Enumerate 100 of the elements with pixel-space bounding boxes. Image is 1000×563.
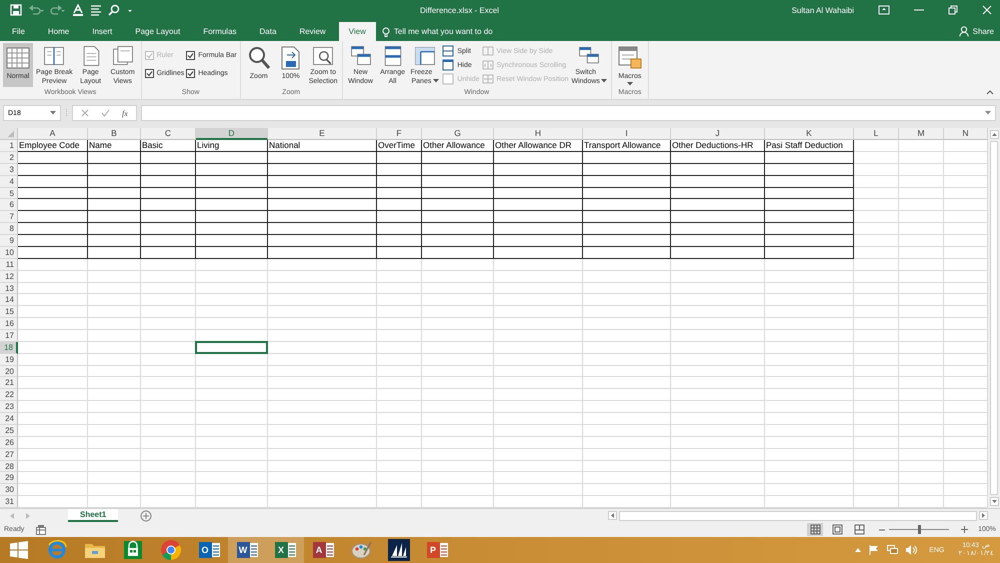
browser-icon[interactable] xyxy=(46,539,68,561)
zoom-in-icon[interactable] xyxy=(961,526,968,533)
row-header[interactable]: 19 xyxy=(0,354,18,366)
row-header[interactable]: 3 xyxy=(0,164,18,176)
sheet-tab[interactable]: Sheet1 xyxy=(68,509,118,522)
flag-icon[interactable] xyxy=(869,545,880,555)
ribbon-tab[interactable]: Home xyxy=(38,22,80,41)
cancel-icon[interactable] xyxy=(81,109,89,117)
row-header[interactable]: 12 xyxy=(0,270,18,283)
share-button[interactable]: Share xyxy=(958,22,1000,41)
column-header[interactable]: K xyxy=(765,128,854,140)
ribbon-tab[interactable]: View xyxy=(338,22,376,41)
column-header[interactable]: D xyxy=(196,128,268,140)
formula-input[interactable] xyxy=(140,105,996,121)
row-header[interactable]: 1 xyxy=(0,140,18,152)
table-cell[interactable]: Other Allowance DR xyxy=(494,140,583,152)
tell-me-field[interactable]: Tell me what you want to do xyxy=(382,22,493,41)
row-header[interactable]: 17 xyxy=(0,330,18,342)
table-cell[interactable]: National xyxy=(268,140,377,152)
table-cell[interactable]: OverTime xyxy=(377,140,422,152)
network-icon[interactable] xyxy=(887,545,898,555)
row-header[interactable]: 28 xyxy=(0,460,18,472)
column-header[interactable]: L xyxy=(854,128,899,140)
row-header[interactable]: 8 xyxy=(0,223,18,236)
grid-view-icon[interactable] xyxy=(810,524,821,535)
ribbon-tab[interactable]: Formulas xyxy=(193,22,247,41)
select-all-icon[interactable] xyxy=(0,128,18,140)
column-header[interactable]: A xyxy=(18,128,88,140)
row-header[interactable]: 22 xyxy=(0,389,18,402)
shopping-bag-icon[interactable] xyxy=(123,540,143,560)
ribbon-tab[interactable]: Data xyxy=(250,22,286,41)
speaker-icon[interactable] xyxy=(906,545,918,555)
row-header[interactable]: 18 xyxy=(0,342,18,354)
ribbon-tab[interactable]: Page Layout xyxy=(125,22,190,41)
column-header[interactable]: F xyxy=(377,128,422,140)
table-cell[interactable]: Living xyxy=(196,140,268,152)
scroll-up-icon[interactable] xyxy=(990,130,998,139)
row-header[interactable]: 15 xyxy=(0,306,18,318)
ribbon-tab[interactable]: Review xyxy=(289,22,336,41)
next-sheet-icon[interactable] xyxy=(24,512,32,520)
row-header[interactable]: 31 xyxy=(0,496,18,508)
add-sheet-icon[interactable] xyxy=(140,510,152,522)
scroll-down-icon[interactable] xyxy=(990,497,998,506)
column-header[interactable]: H xyxy=(494,128,583,140)
ribbon-tab[interactable]: Insert xyxy=(82,22,122,41)
sails-icon[interactable] xyxy=(388,539,410,561)
enter-icon[interactable] xyxy=(101,109,110,117)
ribbon-tab[interactable]: File xyxy=(2,22,35,41)
table-cell[interactable]: Pasi Staff Deduction xyxy=(765,140,854,152)
row-header[interactable]: 20 xyxy=(0,366,18,378)
slider-thumb[interactable] xyxy=(918,525,922,534)
column-header[interactable]: N xyxy=(944,128,988,140)
table-cell[interactable]: Employee Code xyxy=(18,140,88,152)
scrollbar-thumb[interactable] xyxy=(990,141,998,495)
page-break-icon[interactable] xyxy=(854,524,865,535)
insert-function-button[interactable]: fx xyxy=(122,108,128,118)
table-cell[interactable]: Transport Allowance xyxy=(583,140,671,152)
show-hidden-icon[interactable] xyxy=(855,548,862,552)
row-header[interactable]: 30 xyxy=(0,484,18,496)
column-header[interactable]: M xyxy=(899,128,944,140)
column-header[interactable]: B xyxy=(88,128,141,140)
scroll-right-icon[interactable] xyxy=(979,511,988,520)
table-cell[interactable]: Basic xyxy=(141,140,196,152)
active-cell[interactable] xyxy=(196,342,268,354)
row-header[interactable]: 6 xyxy=(0,199,18,212)
palette-icon[interactable] xyxy=(350,539,372,561)
row-header[interactable]: 16 xyxy=(0,318,18,330)
ribbon-display-icon[interactable] xyxy=(878,5,890,15)
collapse-ribbon-icon[interactable] xyxy=(986,89,994,95)
row-header[interactable]: 24 xyxy=(0,413,18,425)
previous-sheet-icon[interactable] xyxy=(8,512,16,520)
row-header[interactable]: 10 xyxy=(0,246,18,259)
column-header[interactable]: C xyxy=(141,128,196,140)
search-icon[interactable] xyxy=(108,4,120,16)
column-header[interactable]: I xyxy=(583,128,671,140)
row-header[interactable]: 5 xyxy=(0,188,18,200)
windows-logo-icon[interactable] xyxy=(9,540,29,560)
font-color-icon[interactable] xyxy=(72,4,84,16)
close-icon[interactable] xyxy=(982,5,992,15)
row-header[interactable]: 9 xyxy=(0,235,18,247)
row-header[interactable]: 13 xyxy=(0,282,18,294)
row-header[interactable]: 25 xyxy=(0,424,18,437)
column-header[interactable]: G xyxy=(422,128,494,140)
expand-icon[interactable] xyxy=(985,111,991,115)
align-icon[interactable] xyxy=(90,4,102,16)
save-icon[interactable] xyxy=(10,4,22,16)
row-header[interactable]: 4 xyxy=(0,176,18,188)
restore-icon[interactable] xyxy=(948,5,958,15)
row-header[interactable]: 14 xyxy=(0,294,18,306)
chrome-icon[interactable] xyxy=(160,539,182,561)
scrollbar-thumb[interactable] xyxy=(619,510,977,520)
column-header[interactable]: E xyxy=(268,128,377,140)
row-header[interactable]: 7 xyxy=(0,211,18,224)
row-header[interactable]: 27 xyxy=(0,448,18,461)
macro-record-icon[interactable] xyxy=(36,524,46,534)
page-layout-icon[interactable] xyxy=(832,524,843,535)
scroll-left-icon[interactable] xyxy=(608,511,617,520)
zoom-out-icon[interactable] xyxy=(879,526,886,532)
user-name[interactable]: Sultan Al Wahaibi xyxy=(792,6,854,14)
row-header[interactable]: 29 xyxy=(0,472,18,484)
